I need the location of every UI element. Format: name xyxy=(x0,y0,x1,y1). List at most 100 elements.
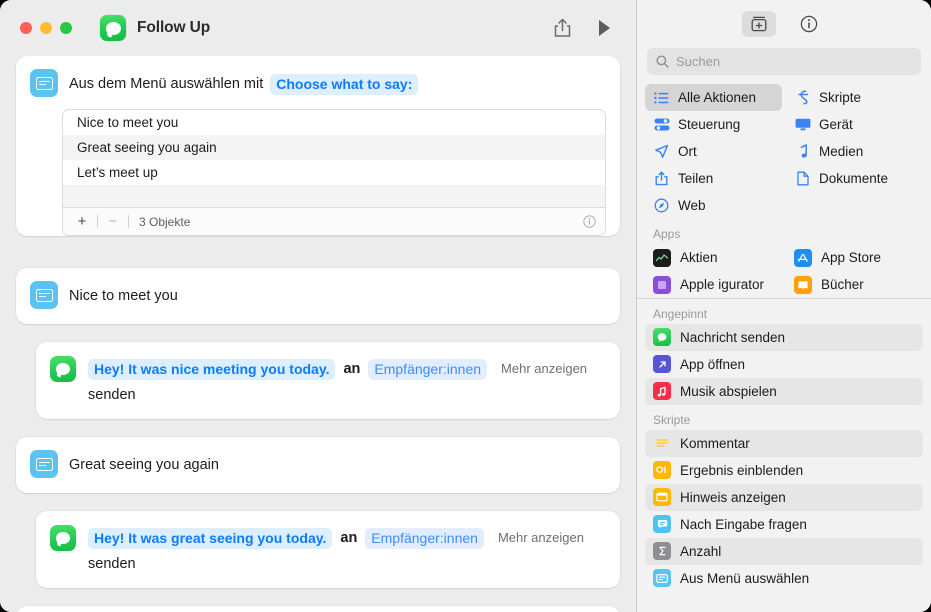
location-icon xyxy=(653,144,670,159)
menu-item-row-empty[interactable] xyxy=(63,185,605,207)
app-item-app-store[interactable]: App Store xyxy=(786,244,923,271)
menu-item-row[interactable]: Great seeing you again xyxy=(63,135,605,160)
script-item-ergebnis-einblenden[interactable]: Ergebnis einblenden xyxy=(645,457,923,484)
app-label: Aktien xyxy=(680,250,718,265)
action-card-choose-from-menu[interactable]: Aus dem Menü auswählen mit Choose what t… xyxy=(16,56,620,236)
item-count-label: 3 Objekte xyxy=(139,214,191,229)
pinned-item-app-oeffnen[interactable]: App öffnen xyxy=(645,351,923,378)
action-library-icon[interactable] xyxy=(742,11,776,37)
script-item-aus-menue-auswaehlen[interactable]: Aus Menü auswählen xyxy=(645,565,923,592)
menu-case-icon xyxy=(30,450,58,478)
action-card-menu-case[interactable]: Let’s meet up xyxy=(16,606,620,612)
choose-menu-icon xyxy=(653,569,671,587)
connector-label: an xyxy=(343,361,361,377)
share-icon[interactable] xyxy=(554,18,571,38)
minimize-button[interactable] xyxy=(40,22,52,34)
add-item-button[interactable]: + xyxy=(72,214,92,229)
recipient-token[interactable]: Empfänger:innen xyxy=(368,358,488,380)
script-label: Kommentar xyxy=(680,435,750,451)
scripts-section-header: Skripte xyxy=(653,412,691,427)
connector-label: an xyxy=(340,530,358,546)
search-input[interactable]: Suchen xyxy=(676,54,720,69)
category-skripte[interactable]: Skripte xyxy=(786,84,923,111)
messages-icon xyxy=(50,356,76,382)
books-icon xyxy=(794,275,812,294)
choose-from-menu-icon xyxy=(30,69,58,97)
message-text-token[interactable]: Hey! It was great seeing you today. xyxy=(88,527,333,549)
category-label: Web xyxy=(678,198,706,213)
action-header: Nice to meet you xyxy=(16,268,620,324)
sidebar-toolbar xyxy=(637,0,931,48)
menu-items-list[interactable]: Nice to meet you Great seeing you again … xyxy=(62,109,606,236)
category-geraet[interactable]: Gerät xyxy=(786,111,923,138)
alert-icon xyxy=(653,488,671,506)
app-item-buecher[interactable]: Bücher xyxy=(786,271,923,298)
list-icon xyxy=(653,91,670,104)
pinned-item-musik-abspielen[interactable]: Musik abspielen xyxy=(645,377,923,405)
category-steuerung[interactable]: Steuerung xyxy=(645,111,782,138)
divider xyxy=(97,215,98,228)
script-item-anzahl[interactable]: Anzahl xyxy=(645,537,923,565)
script-item-hinweis-anzeigen[interactable]: Hinweis anzeigen xyxy=(645,483,923,511)
branch-body: Hey! It was nice meeting you today. an E… xyxy=(16,342,620,419)
comment-icon xyxy=(653,434,671,452)
info-icon[interactable] xyxy=(792,11,826,37)
category-label: Gerät xyxy=(819,117,853,132)
action-card-menu-case[interactable]: Nice to meet you xyxy=(16,268,620,324)
category-alle-aktionen[interactable]: Alle Aktionen xyxy=(645,84,782,111)
workflow-action-list[interactable]: Aus dem Menü auswählen mit Choose what t… xyxy=(0,56,636,612)
workflow-editor-pane: Follow Up Aus dem Menü auswählen mit Cho… xyxy=(0,0,636,612)
app-item-apple-configurator[interactable]: Apple igurator xyxy=(645,271,782,298)
category-label: Ort xyxy=(678,144,697,159)
share-icon xyxy=(653,171,670,186)
category-web[interactable]: Web xyxy=(645,192,782,219)
show-result-icon xyxy=(653,461,671,479)
show-more-link[interactable]: Mehr anzeigen xyxy=(501,356,587,382)
category-teilen[interactable]: Teilen xyxy=(645,165,782,192)
message-text-token[interactable]: Hey! It was nice meeting you today. xyxy=(88,358,336,380)
app-label: Bücher xyxy=(821,277,864,292)
messages-icon xyxy=(50,525,76,551)
search-icon xyxy=(656,55,669,68)
remove-item-button[interactable]: − xyxy=(103,214,123,229)
music-note-icon xyxy=(794,144,811,159)
recipient-token[interactable]: Empfänger:innen xyxy=(365,527,484,549)
category-label: Dokumente xyxy=(819,171,889,186)
count-icon xyxy=(653,542,671,560)
script-label: Aus Menü auswählen xyxy=(680,570,810,586)
app-item-aktien[interactable]: Aktien xyxy=(645,244,782,271)
zoom-button[interactable] xyxy=(60,22,72,34)
document-icon xyxy=(794,171,811,186)
script-item-nach-eingabe-fragen[interactable]: Nach Eingabe fragen xyxy=(645,511,923,538)
pinned-label: Musik abspielen xyxy=(680,383,777,399)
script-label: Nach Eingabe fragen xyxy=(680,516,807,532)
search-field[interactable]: Suchen xyxy=(647,48,921,75)
action-title-row: Aus dem Menü auswählen mit Choose what t… xyxy=(69,70,419,98)
action-card-send-message[interactable]: Hey! It was nice meeting you today. an E… xyxy=(36,342,620,419)
category-medien[interactable]: Medien xyxy=(786,138,923,165)
script-item-kommentar[interactable]: Kommentar xyxy=(645,429,923,457)
action-prefix-label: Aus dem Menü auswählen mit xyxy=(69,76,264,92)
show-more-link[interactable]: Mehr anzeigen xyxy=(498,525,584,551)
close-button[interactable] xyxy=(20,22,32,34)
stocks-icon xyxy=(653,248,671,267)
category-ort[interactable]: Ort xyxy=(645,138,782,165)
send-verb-label: senden xyxy=(88,387,136,403)
case-label: Nice to meet you xyxy=(69,288,178,304)
titlebar: Follow Up xyxy=(0,0,636,56)
action-card-menu-case[interactable]: Great seeing you again xyxy=(16,437,620,493)
prompt-token[interactable]: Choose what to say: xyxy=(270,73,419,95)
category-dokumente[interactable]: Dokumente xyxy=(786,165,923,192)
info-icon[interactable] xyxy=(583,215,596,228)
case-label: Great seeing you again xyxy=(69,457,219,473)
category-label: Steuerung xyxy=(678,117,741,132)
category-label: Teilen xyxy=(678,171,714,186)
open-app-icon xyxy=(653,355,671,373)
pinned-item-nachricht-senden[interactable]: Nachricht senden xyxy=(645,323,923,351)
safari-icon xyxy=(653,198,670,213)
action-header: Great seeing you again xyxy=(16,437,620,493)
menu-item-row[interactable]: Nice to meet you xyxy=(63,110,605,135)
action-card-send-message[interactable]: Hey! It was great seeing you today. an E… xyxy=(36,511,620,588)
menu-item-row[interactable]: Let’s meet up xyxy=(63,160,605,185)
run-icon[interactable] xyxy=(597,19,612,37)
